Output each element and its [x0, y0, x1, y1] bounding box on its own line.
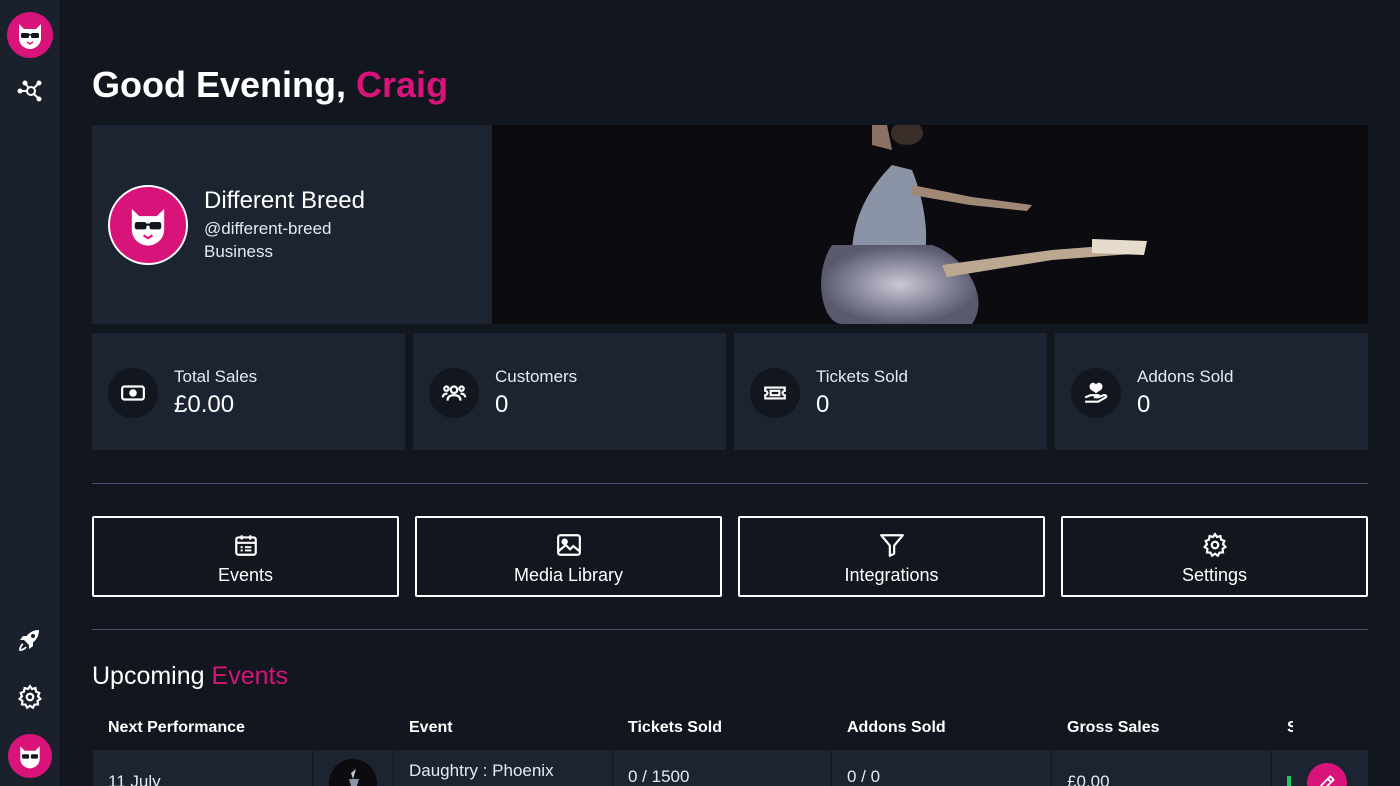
stat-card-customers: Customers 0 — [413, 333, 726, 450]
section-divider — [92, 483, 1368, 484]
events-button-label: Events — [217, 565, 274, 585]
greeting-prefix: Good Evening, — [92, 64, 347, 105]
cell-divider — [393, 750, 394, 786]
event-thumbnail — [329, 759, 377, 786]
stat-card-addons-sold: Addons Sold 0 — [1055, 333, 1368, 450]
row-addons-sold: 0 / 0 — [847, 767, 881, 786]
rocket-icon — [19, 630, 39, 651]
calendar-icon — [233, 531, 259, 559]
table-row[interactable] — [93, 750, 1368, 786]
media-library-button-label: Media Library — [513, 565, 624, 585]
media-library-button[interactable]: Media Library — [415, 516, 722, 597]
main-content: Good Evening, Craig Different Breed @dif… — [61, 0, 1400, 786]
stat-card-tickets-sold: Tickets Sold 0 — [734, 333, 1047, 450]
settings-button[interactable]: Settings — [1061, 516, 1368, 597]
status-indicator — [1287, 776, 1291, 786]
cell-divider — [612, 750, 613, 786]
profile-account-type: Business — [204, 242, 273, 261]
events-button[interactable]: Events — [92, 516, 399, 597]
row-next-performance: 11 July — [108, 772, 161, 786]
stat-value: 0 — [816, 391, 830, 418]
upcoming-events-heading: Upcoming Events — [92, 662, 288, 691]
cat-logo-icon — [131, 208, 165, 246]
launch-nav-button[interactable] — [10, 620, 50, 660]
profile-banner-image — [492, 125, 1368, 324]
column-header-addons-sold[interactable]: Addons Sold — [847, 719, 946, 737]
stat-value: 0 — [1137, 391, 1151, 418]
stat-value: £0.00 — [174, 391, 235, 418]
settings-nav-button[interactable] — [10, 677, 50, 717]
cell-divider — [1271, 750, 1272, 786]
filter-icon — [879, 531, 905, 559]
stat-label: Tickets Sold — [816, 367, 908, 386]
pencil-icon — [1320, 775, 1335, 786]
gear-icon — [1202, 531, 1228, 559]
stat-label: Customers — [495, 367, 578, 386]
cat-logo-icon — [19, 24, 41, 49]
brand-logo[interactable] — [7, 12, 53, 58]
cat-logo-icon — [20, 746, 40, 769]
cell-divider — [312, 750, 313, 786]
users-icon — [429, 368, 479, 418]
network-icon — [17, 80, 42, 102]
profile-card: Different Breed @different-breed Busines… — [92, 125, 492, 324]
stat-value: 0 — [495, 391, 509, 418]
settings-button-label: Settings — [1181, 565, 1248, 585]
stat-label: Total Sales — [174, 367, 258, 386]
cell-divider — [831, 750, 832, 786]
upcoming-title-accent: Events — [211, 662, 288, 690]
greeting-heading: Good Evening, Craig — [92, 64, 448, 106]
row-tickets-sold: 0 / 1500 — [628, 767, 690, 786]
column-header-status[interactable]: S — [1287, 719, 1293, 737]
column-header-gross-sales[interactable]: Gross Sales — [1067, 719, 1160, 737]
row-event-name[interactable]: Daughtry : Phoenix — [409, 761, 554, 781]
greeting-user-name: Craig — [356, 64, 449, 105]
ballet-dancer-image — [492, 125, 1368, 324]
ticket-icon — [750, 368, 800, 418]
row-gross-sales: £0.00 — [1067, 772, 1110, 786]
upcoming-title-prefix: Upcoming — [92, 662, 205, 690]
profile-name: Different Breed — [204, 187, 365, 214]
section-divider — [92, 629, 1368, 630]
profile-avatar — [108, 185, 188, 265]
cell-divider — [1051, 750, 1052, 786]
hand-heart-icon — [1071, 368, 1121, 418]
stat-card-total-sales: Total Sales £0.00 — [92, 333, 405, 450]
integrations-button-label: Integrations — [844, 565, 939, 585]
column-header-next-performance[interactable]: Next Performance — [108, 719, 245, 737]
column-header-event[interactable]: Event — [409, 719, 453, 737]
sidebar — [0, 0, 61, 786]
profile-handle: @different-breed — [204, 219, 332, 238]
stat-label: Addons Sold — [1137, 367, 1234, 386]
column-header-tickets-sold[interactable]: Tickets Sold — [628, 719, 722, 737]
integrations-nav-button[interactable] — [10, 71, 50, 111]
integrations-button[interactable]: Integrations — [738, 516, 1045, 597]
cash-icon — [108, 368, 158, 418]
user-avatar[interactable] — [8, 734, 52, 778]
gear-icon — [17, 684, 43, 710]
image-icon — [556, 531, 582, 559]
